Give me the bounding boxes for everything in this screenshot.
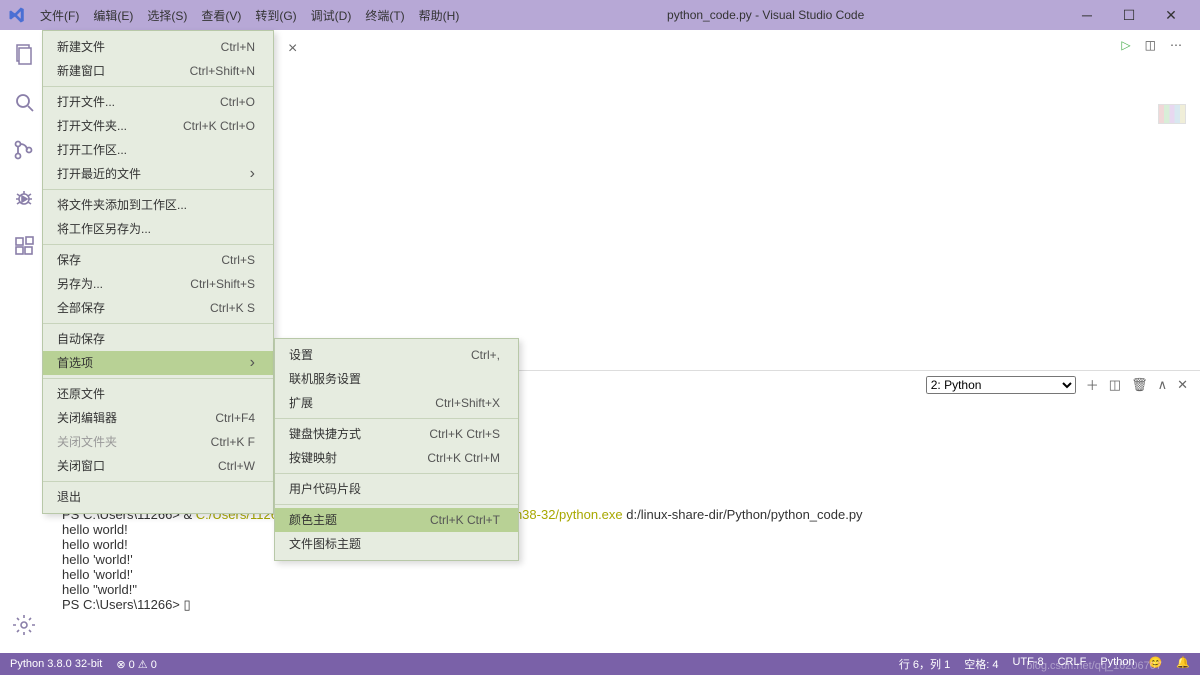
terminal-selector[interactable]: 2: Python [926, 376, 1076, 394]
menu-row[interactable]: 键盘快捷方式Ctrl+K Ctrl+S [275, 422, 518, 446]
menu-row[interactable]: 联机服务设置 [275, 367, 518, 391]
menu-row[interactable]: 按键映射Ctrl+K Ctrl+M [275, 446, 518, 470]
menu-row[interactable]: 设置Ctrl+, [275, 343, 518, 367]
menu-row: 关闭文件夹Ctrl+K F [43, 430, 273, 454]
close-panel-icon[interactable]: ✕ [1177, 377, 1188, 393]
chevron-up-icon[interactable]: ∧ [1158, 377, 1168, 393]
explorer-icon[interactable] [0, 30, 48, 78]
menu-row[interactable]: 打开文件夹...Ctrl+K Ctrl+O [43, 114, 273, 138]
split-editor-icon[interactable]: ◫ [1145, 38, 1156, 52]
watermark: blog.csdn.net/qq_16206707 [1026, 660, 1162, 672]
vscode-logo-icon [8, 6, 26, 24]
menu-item[interactable]: 查看(V) [195, 3, 247, 28]
extensions-icon[interactable] [0, 222, 48, 270]
maximize-button[interactable]: ☐ [1108, 0, 1150, 30]
debug-icon[interactable] [0, 174, 48, 222]
menu-item[interactable]: 编辑(E) [87, 3, 139, 28]
menu-item[interactable]: 转到(G) [249, 3, 302, 28]
menu-row[interactable]: 新建窗口Ctrl+Shift+N [43, 59, 273, 83]
menu-row[interactable]: 关闭编辑器Ctrl+F4 [43, 406, 273, 430]
menu-item[interactable]: 文件(F) [34, 3, 85, 28]
status-problems[interactable]: ⊗ 0 ⚠ 0 [116, 658, 156, 671]
activity-bar [0, 30, 48, 653]
menu-row[interactable]: 打开最近的文件 [43, 162, 273, 186]
menu-row[interactable]: 用户代码片段 [275, 477, 518, 501]
preferences-submenu: 设置Ctrl+,联机服务设置扩展Ctrl+Shift+X 键盘快捷方式Ctrl+K… [274, 338, 519, 561]
new-terminal-icon[interactable]: ＋ [1086, 375, 1099, 394]
status-bell-icon[interactable]: 🔔 [1176, 656, 1190, 672]
menu-row[interactable]: 首选项 [43, 351, 273, 375]
menu-row[interactable]: 新建文件Ctrl+N [43, 35, 273, 59]
menu-row[interactable]: 文件图标主题 [275, 532, 518, 556]
menu-row[interactable]: 打开工作区... [43, 138, 273, 162]
search-icon[interactable] [0, 78, 48, 126]
status-python[interactable]: Python 3.8.0 32-bit [10, 658, 102, 670]
menu-row[interactable]: 将文件夹添加到工作区... [43, 193, 273, 217]
menu-row[interactable]: 全部保存Ctrl+K S [43, 296, 273, 320]
menu-row[interactable]: 将工作区另存为... [43, 217, 273, 241]
window-title: python_code.py - Visual Studio Code [465, 8, 1066, 22]
close-button[interactable]: ✕ [1150, 0, 1192, 30]
status-bar: Python 3.8.0 32-bit ⊗ 0 ⚠ 0 行 6，列 1 空格: … [0, 653, 1200, 675]
menu-row[interactable]: 另存为...Ctrl+Shift+S [43, 272, 273, 296]
menu-row[interactable]: 退出 [43, 485, 273, 509]
file-menu-dropdown: 新建文件Ctrl+N新建窗口Ctrl+Shift+N打开文件...Ctrl+O打… [42, 30, 274, 514]
tab-close-icon[interactable]: × [288, 40, 297, 58]
menu-row[interactable]: 打开文件...Ctrl+O [43, 90, 273, 114]
menu-row[interactable]: 扩展Ctrl+Shift+X [275, 391, 518, 415]
status-cursor[interactable]: 行 6，列 1 [899, 656, 950, 672]
menu-item[interactable]: 终端(T) [359, 3, 410, 28]
menu-row[interactable]: 还原文件 [43, 382, 273, 406]
menu-row[interactable]: 保存Ctrl+S [43, 248, 273, 272]
split-terminal-icon[interactable]: ◫ [1109, 377, 1121, 393]
more-icon[interactable]: ⋯ [1170, 38, 1182, 52]
settings-gear-icon[interactable] [0, 601, 48, 649]
menu-row[interactable]: 自动保存 [43, 327, 273, 351]
kill-terminal-icon[interactable]: 🗑 [1131, 377, 1148, 393]
source-control-icon[interactable] [0, 126, 48, 174]
menu-item[interactable]: 调试(D) [305, 3, 358, 28]
menu-item[interactable]: 选择(S) [141, 3, 193, 28]
menu-row[interactable]: 关闭窗口Ctrl+W [43, 454, 273, 478]
run-icon[interactable]: ▷ [1121, 38, 1130, 52]
titlebar: 文件(F)编辑(E)选择(S)查看(V)转到(G)调试(D)终端(T)帮助(H)… [0, 0, 1200, 30]
status-indent[interactable]: 空格: 4 [964, 656, 998, 672]
menubar: 文件(F)编辑(E)选择(S)查看(V)转到(G)调试(D)终端(T)帮助(H) [34, 3, 465, 28]
menu-item[interactable]: 帮助(H) [413, 3, 466, 28]
minimize-button[interactable]: ─ [1066, 0, 1108, 30]
menu-row[interactable]: 颜色主题Ctrl+K Ctrl+T [275, 508, 518, 532]
